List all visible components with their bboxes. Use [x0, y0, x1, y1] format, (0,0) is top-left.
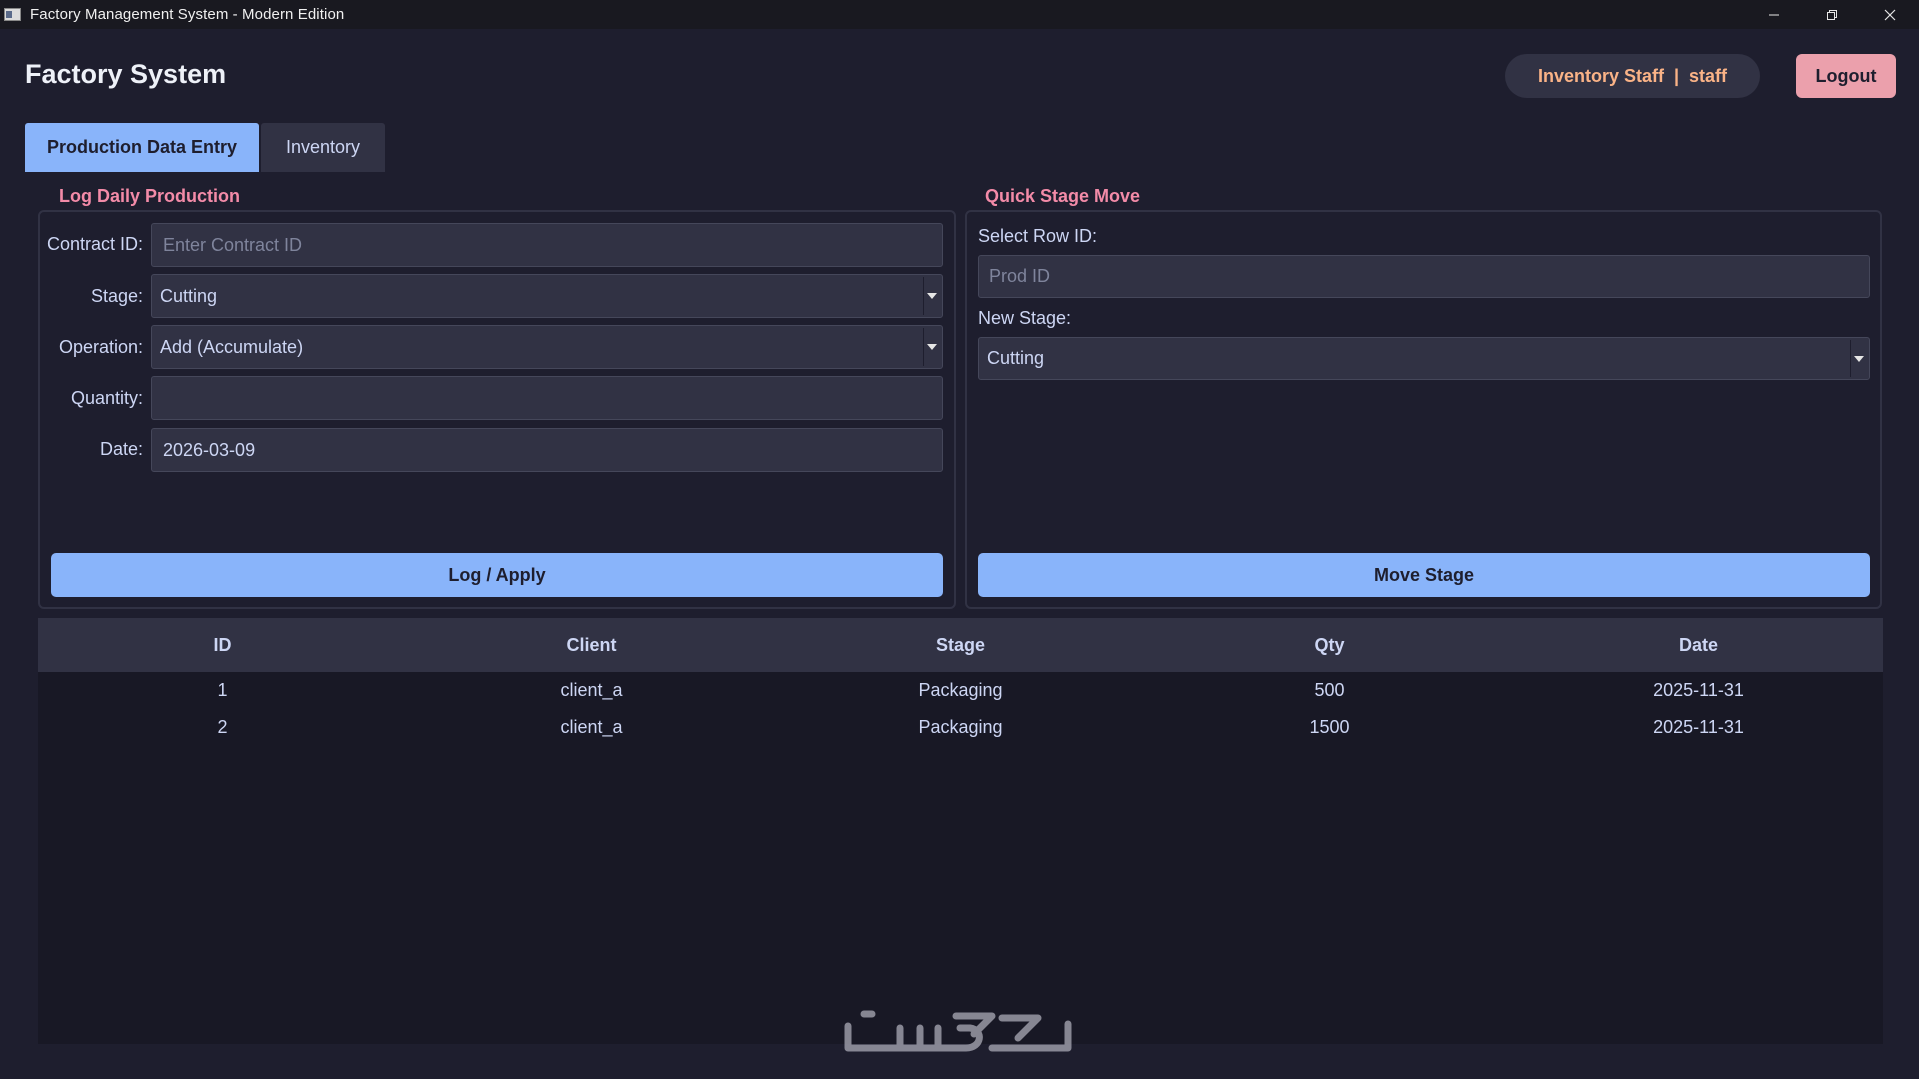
new-stage-select[interactable]: Cutting	[978, 337, 1870, 380]
production-table[interactable]: ID Client Stage Qty Date 1 client_a Pack…	[38, 618, 1883, 1044]
stage-label: Stage:	[90, 286, 143, 306]
date-label: Date:	[99, 439, 143, 459]
cell-qty: 1500	[1309, 717, 1350, 737]
quantity-input[interactable]	[163, 387, 931, 409]
new-stage-label: New Stage:	[978, 308, 1072, 328]
chevron-down-icon[interactable]	[923, 328, 940, 366]
operation-select-value: Add (Accumulate)	[160, 336, 304, 357]
quantity-label: Quantity:	[70, 388, 143, 408]
prod-id-input[interactable]	[989, 266, 1859, 287]
cell-stage: Packaging	[918, 680, 1003, 700]
log-apply-button[interactable]: Log / Apply	[51, 553, 943, 597]
column-header-id[interactable]: ID	[38, 618, 407, 672]
contract-id-field[interactable]	[151, 223, 943, 267]
prod-id-field[interactable]	[978, 255, 1870, 298]
quantity-field[interactable]	[151, 376, 943, 420]
move-stage-button[interactable]: Move Stage	[978, 553, 1870, 597]
user-badge: Inventory Staff | staff	[1505, 54, 1760, 98]
cell-id: 2	[217, 717, 228, 737]
log-production-title: Log Daily Production	[55, 186, 245, 207]
contract-id-label: Contract ID:	[46, 234, 143, 254]
cell-id: 1	[217, 680, 228, 700]
cell-stage: Packaging	[918, 717, 1003, 737]
chevron-down-icon[interactable]	[923, 277, 940, 315]
restore-icon[interactable]	[1803, 0, 1861, 29]
page-title: Factory System	[25, 59, 227, 89]
contract-id-input[interactable]	[163, 234, 931, 256]
column-header-client[interactable]: Client	[407, 618, 776, 672]
cell-qty: 500	[1314, 680, 1345, 700]
new-stage-select-value: Cutting	[987, 348, 1045, 368]
cell-date: 2025-11-31	[1653, 717, 1744, 737]
table-header: ID Client Stage Qty Date	[38, 618, 1883, 672]
cell-date: 2025-11-31	[1653, 680, 1744, 700]
minimize-icon[interactable]	[1745, 0, 1803, 29]
tab-inventory[interactable]: Inventory	[261, 123, 385, 172]
date-input[interactable]	[163, 439, 931, 461]
username: staff	[1689, 65, 1728, 86]
date-field[interactable]	[151, 428, 943, 472]
column-header-date[interactable]: Date	[1514, 618, 1883, 672]
operation-label: Operation:	[58, 337, 143, 357]
window-controls	[1745, 0, 1919, 29]
window-title: Factory Management System - Modern Editi…	[30, 6, 345, 23]
stage-move-title: Quick Stage Move	[981, 186, 1145, 207]
table-row[interactable]: 1 client_a Packaging 500 2025-11-31	[38, 672, 1883, 709]
column-header-qty[interactable]: Qty	[1145, 618, 1514, 672]
operation-select[interactable]: Add (Accumulate)	[151, 325, 943, 369]
select-row-label: Select Row ID:	[978, 226, 1098, 246]
cell-client: client_a	[560, 680, 623, 700]
column-header-stage[interactable]: Stage	[776, 618, 1145, 672]
stage-select-value: Cutting	[160, 285, 218, 306]
app-window-icon	[4, 8, 21, 21]
chevron-down-icon[interactable]	[1850, 340, 1867, 377]
window-titlebar: Factory Management System - Modern Editi…	[0, 0, 1919, 29]
user-separator: |	[1673, 65, 1680, 86]
user-role: Inventory Staff	[1537, 65, 1664, 86]
cell-client: client_a	[560, 717, 623, 737]
stage-select[interactable]: Cutting	[151, 274, 943, 318]
table-row[interactable]: 2 client_a Packaging 1500 2025-11-31	[38, 709, 1883, 746]
watermark-logo	[844, 1010, 1072, 1052]
close-icon[interactable]	[1861, 0, 1919, 29]
tab-production-data-entry[interactable]: Production Data Entry	[25, 123, 259, 172]
logout-button[interactable]: Logout	[1796, 54, 1896, 98]
